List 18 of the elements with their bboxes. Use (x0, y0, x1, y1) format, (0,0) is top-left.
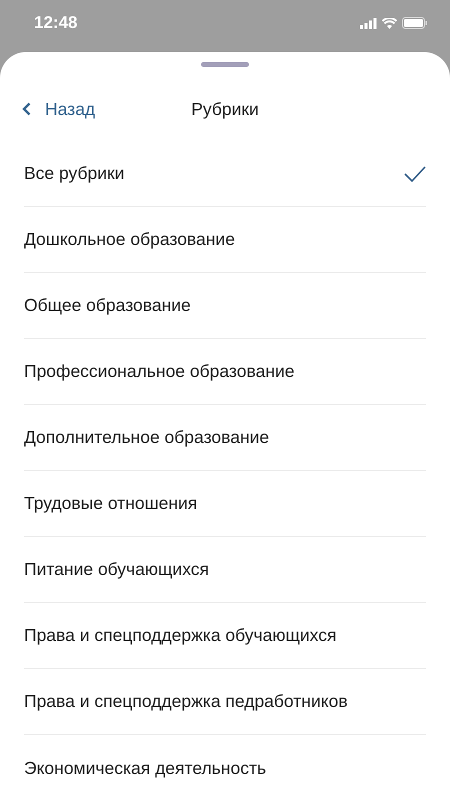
rubric-item[interactable]: Права и спецподдержка обучающихся (24, 603, 426, 669)
rubric-item[interactable]: Права и спецподдержка педработников (24, 669, 426, 735)
battery-icon (402, 17, 428, 29)
chevron-left-icon (22, 102, 31, 116)
signal-icon (360, 18, 377, 28)
rubric-item[interactable]: Трудовые отношения (24, 471, 426, 537)
rubric-item[interactable]: Дополнительное образование (24, 405, 426, 471)
drag-handle[interactable] (201, 62, 249, 67)
rubric-item[interactable]: Профессиональное образование (24, 339, 426, 405)
rubric-item[interactable]: Общее образование (24, 273, 426, 339)
rubric-item[interactable]: Питание обучающихся (24, 537, 426, 603)
back-button[interactable]: Назад (22, 81, 96, 137)
status-time: 12:48 (34, 13, 78, 34)
rubric-item[interactable]: Экономическая деятельность (24, 735, 426, 800)
wifi-icon (382, 18, 397, 28)
rubric-item[interactable]: Все рубрики (24, 141, 426, 207)
rubric-item[interactable]: Дошкольное образование (24, 207, 426, 273)
sheet-title: Рубрики (191, 98, 259, 120)
